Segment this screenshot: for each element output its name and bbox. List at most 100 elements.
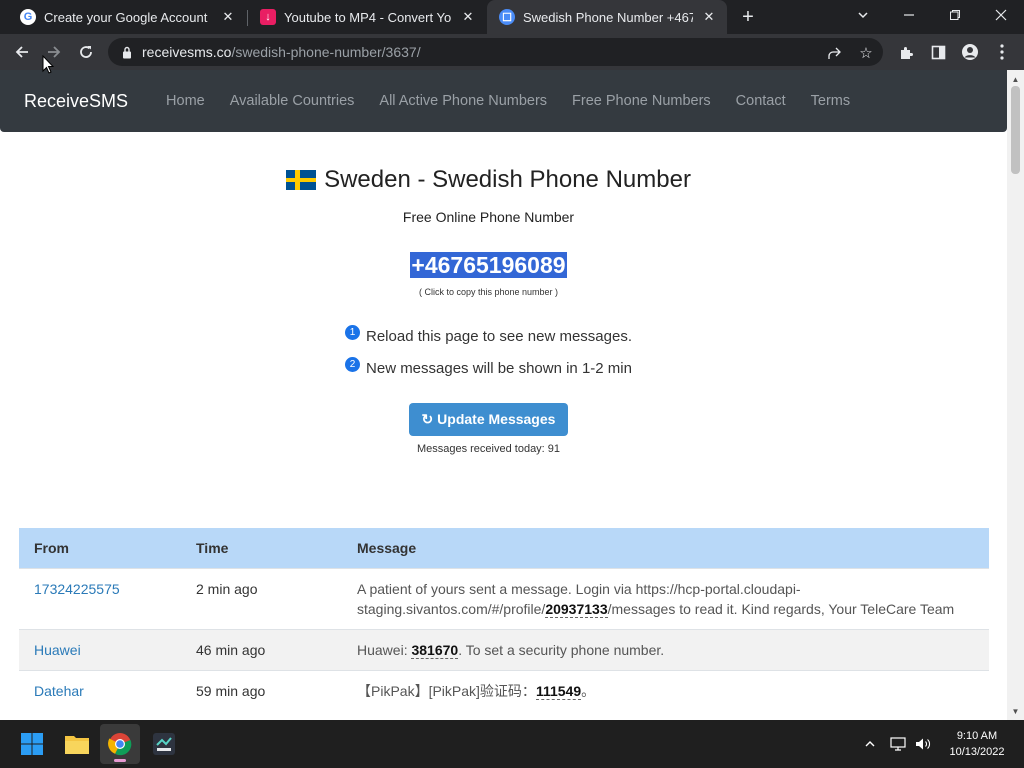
sender-link[interactable]: Huawei: [19, 628, 181, 670]
speaker-icon: [916, 738, 930, 750]
table-header-row: From Time Message: [19, 528, 989, 568]
minimize-button[interactable]: [886, 0, 932, 30]
message-time: 2 min ago: [181, 567, 342, 629]
page-title-text: Sweden - Swedish Phone Number: [324, 166, 691, 193]
google-icon: G: [20, 9, 36, 25]
message-body-end: . To set a security phone number.: [458, 641, 665, 658]
url-host: receivesms.co: [142, 44, 232, 60]
restore-button[interactable]: [932, 0, 978, 30]
file-explorer-button[interactable]: [57, 724, 97, 764]
main-content: Sweden - Swedish Phone Number Free Onlin…: [0, 132, 1007, 720]
messages-table: From Time Message 17324225575 2 min ago …: [19, 528, 989, 711]
clock-date: 10/13/2022: [949, 746, 1005, 758]
page-viewport: ReceiveSMS Home Available Countries All …: [0, 70, 1024, 720]
step-number-badge: 2: [345, 357, 361, 372]
volume-button[interactable]: [913, 734, 933, 754]
column-header-message: Message: [342, 528, 989, 568]
nav-home[interactable]: Home: [166, 93, 205, 109]
table-row: Huawei 46 min ago Huawei: 381670. To set…: [19, 628, 989, 670]
tip-reload: 1 Reload this page to see new messages.: [0, 325, 977, 345]
message-body: Huawei:: [357, 641, 412, 658]
phone-number-text[interactable]: +46765196089: [410, 252, 567, 278]
close-icon[interactable]: ✕: [701, 9, 717, 25]
close-icon: [995, 9, 1007, 21]
network-button[interactable]: [888, 734, 908, 754]
address-bar[interactable]: receivesms.co /swedish-phone-number/3637…: [108, 38, 883, 66]
message-text: 【PikPak】[PikPak]验证码：111549。: [342, 669, 989, 711]
browser-tab-bar: G Create your Google Account ✕ ↓ Youtube…: [0, 0, 1024, 34]
network-icon: [890, 737, 906, 751]
windows-logo-icon: [21, 733, 43, 755]
nav-all-active-phone-numbers[interactable]: All Active Phone Numbers: [379, 93, 547, 109]
message-bubble-icon: ☐: [499, 9, 515, 25]
menu-button[interactable]: [988, 38, 1016, 66]
share-icon[interactable]: [823, 42, 845, 64]
page-scrollbar[interactable]: ▲ ▼: [1007, 70, 1024, 720]
column-header-time: Time: [181, 528, 342, 568]
page-subtitle: Free Online Phone Number: [402, 209, 575, 225]
update-messages-button[interactable]: ↻ Update Messages: [409, 403, 568, 436]
tab-swedish-phone-number[interactable]: ☐ Swedish Phone Number +46765 ✕: [487, 0, 727, 34]
puzzle-icon: [900, 46, 913, 59]
app-icon: [153, 733, 175, 755]
lock-icon: [120, 45, 134, 59]
message-text: Huawei: 381670. To set a security phone …: [342, 628, 989, 670]
messages-received-count: Messages received today: 91: [416, 443, 561, 455]
column-header-from: From: [19, 528, 181, 568]
start-button[interactable]: [12, 724, 52, 764]
nav-available-countries[interactable]: Available Countries: [230, 93, 355, 109]
chevron-down-icon: [858, 12, 868, 19]
taskbar-clock[interactable]: 9:10 AM 10/13/2022: [944, 728, 1010, 760]
sweden-flag-icon: [286, 170, 317, 190]
nav-contact[interactable]: Contact: [736, 93, 786, 109]
side-panel-icon: [931, 45, 945, 59]
minimize-icon: [904, 14, 914, 16]
windows-taskbar: 9:10 AM 10/13/2022: [0, 720, 1024, 768]
back-button[interactable]: [8, 38, 36, 66]
tab-title: Create your Google Account: [44, 9, 208, 25]
chrome-taskbar-button[interactable]: [100, 724, 140, 764]
tab-google-account[interactable]: G Create your Google Account ✕: [8, 0, 246, 34]
reload-button[interactable]: [72, 38, 100, 66]
kebab-menu-icon: [1000, 44, 1004, 60]
scroll-up-arrow-icon[interactable]: ▲: [1007, 72, 1024, 86]
tab-title: Swedish Phone Number +46765: [523, 9, 693, 25]
show-hidden-icons-button[interactable]: [860, 734, 880, 754]
close-window-button[interactable]: [978, 0, 1024, 30]
clock-time: 9:10 AM: [956, 730, 998, 742]
nav-terms[interactable]: Terms: [811, 93, 850, 109]
extensions-button[interactable]: [892, 38, 920, 66]
site-brand-link[interactable]: ReceiveSMS: [24, 91, 128, 112]
sender-link[interactable]: Datehar: [19, 669, 181, 711]
verification-code[interactable]: 111549: [535, 682, 582, 700]
close-icon[interactable]: ✕: [460, 9, 476, 25]
folder-icon: [65, 736, 89, 754]
phone-number[interactable]: +46765196089: [0, 252, 977, 279]
verification-code[interactable]: 20937133: [545, 600, 608, 618]
tip-text: Reload this page to see new messages.: [366, 328, 632, 345]
side-panel-button[interactable]: [924, 38, 952, 66]
sender-link[interactable]: 17324225575: [19, 567, 181, 629]
nav-free-phone-numbers[interactable]: Free Phone Numbers: [572, 93, 711, 109]
site-navbar: ReceiveSMS Home Available Countries All …: [0, 70, 1007, 132]
bookmark-star-icon[interactable]: ☆: [855, 42, 877, 64]
tab-title: Youtube to MP4 - Convert Youtub: [284, 9, 452, 25]
tab-youtube-mp4[interactable]: ↓ Youtube to MP4 - Convert Youtub ✕: [248, 0, 486, 34]
url-path: /swedish-phone-number/3637/: [231, 44, 421, 60]
tab-search-button[interactable]: [840, 0, 886, 30]
scroll-down-arrow-icon[interactable]: ▼: [1007, 704, 1024, 718]
verification-code[interactable]: 381670: [411, 641, 459, 659]
message-time: 46 min ago: [181, 628, 342, 670]
scrollbar-thumb[interactable]: [1011, 86, 1020, 174]
new-tab-button[interactable]: +: [736, 5, 760, 29]
mouse-cursor-icon: [42, 55, 54, 74]
app-taskbar-button[interactable]: [144, 724, 184, 764]
arrow-left-icon: [15, 46, 28, 58]
avatar-icon: [962, 44, 978, 60]
table-row: Datehar 59 min ago 【PikPak】[PikPak]验证码：1…: [19, 669, 989, 711]
close-icon[interactable]: ✕: [220, 9, 236, 25]
browser-toolbar: receivesms.co /swedish-phone-number/3637…: [0, 34, 1024, 70]
restore-icon: [950, 10, 960, 20]
profile-button[interactable]: [956, 38, 984, 66]
message-body: 【PikPak】[PikPak]验证码：: [357, 682, 536, 699]
